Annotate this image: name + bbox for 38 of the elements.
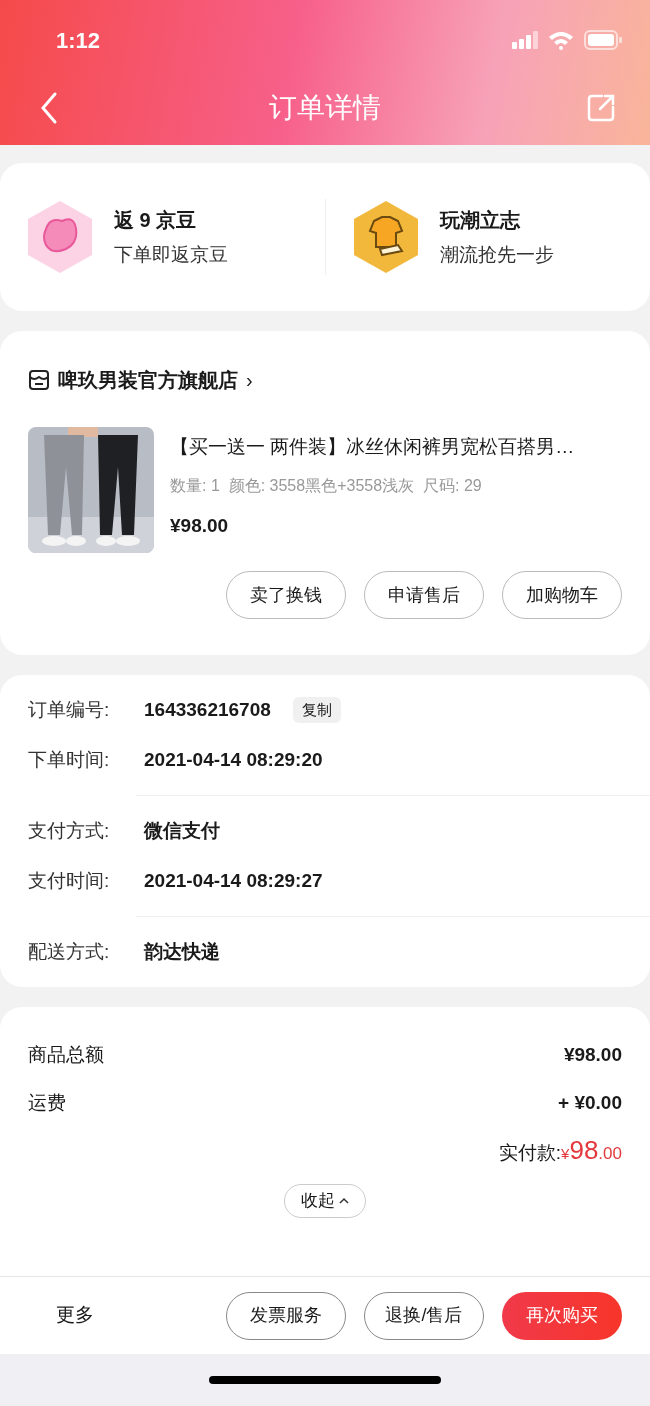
product-price: ¥98.00 bbox=[170, 513, 230, 538]
signal-icon bbox=[512, 31, 538, 49]
info-label: 下单时间: bbox=[28, 747, 111, 772]
info-value: 2021-04-14 08:29:20 bbox=[144, 747, 323, 772]
product-specs: 数量: 1 颜色: 3558黑色+3558浅灰 尺码: 29 bbox=[170, 475, 483, 496]
product-title: 【买一送一 两件装】冰丝休闲裤男宽松百搭男… bbox=[170, 435, 575, 459]
info-label: 支付时间: bbox=[28, 868, 111, 893]
paid-label: 实付款: bbox=[498, 1141, 562, 1165]
info-label: 配送方式: bbox=[28, 939, 111, 964]
bottom-action-button[interactable]: 再次购买 bbox=[502, 1291, 622, 1340]
t-shirt-icon bbox=[351, 199, 420, 275]
paid-amount: ¥98.00 bbox=[561, 1134, 622, 1167]
battery-icon bbox=[584, 30, 622, 50]
copy-button[interactable]: 复制 bbox=[292, 697, 341, 723]
page-title: 订单详情 bbox=[269, 90, 381, 125]
info-value: 韵达快递 bbox=[144, 939, 220, 964]
perk-title: 返 9 京豆 bbox=[114, 207, 198, 233]
store-link[interactable]: 啤玖男装官方旗舰店 bbox=[58, 365, 238, 395]
chevron-icon: › bbox=[246, 365, 253, 395]
status-time: 1:12 bbox=[56, 26, 101, 55]
summary-value: ¥98.00 bbox=[563, 1042, 622, 1067]
store-icon bbox=[28, 369, 50, 391]
info-value: 2021-04-14 08:29:27 bbox=[144, 868, 323, 893]
perk-title: 玩潮立志 bbox=[439, 207, 521, 233]
perk-subtitle: 潮流抢先一步 bbox=[439, 242, 554, 267]
info-label: 订单编号: bbox=[28, 697, 111, 722]
wifi-icon bbox=[548, 30, 574, 50]
info-value: 164336216708 bbox=[144, 697, 271, 722]
bean-icon bbox=[26, 199, 94, 275]
share-button[interactable] bbox=[586, 92, 616, 123]
summary-value: + ¥0.00 bbox=[558, 1090, 622, 1115]
more-link[interactable]: 更多 bbox=[56, 1301, 94, 1330]
info-value: 微信支付 bbox=[144, 818, 220, 843]
info-label: 支付方式: bbox=[28, 818, 111, 843]
caret-icon bbox=[339, 1197, 349, 1205]
perk-subtitle: 下单即返京豆 bbox=[114, 242, 228, 267]
summary-label: 商品总额 bbox=[28, 1042, 104, 1067]
summary-label: 运费 bbox=[28, 1090, 66, 1115]
